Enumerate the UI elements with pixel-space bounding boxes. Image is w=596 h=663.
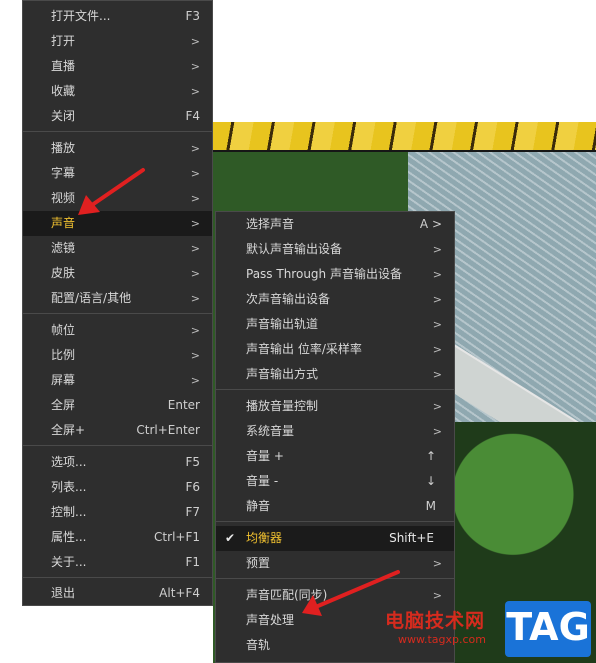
watermark-logo-text: TAG xyxy=(506,605,590,649)
annotation-arrow-sound-processing xyxy=(302,570,400,616)
annotation-arrow-sound xyxy=(78,168,145,215)
watermark-logo: TAG xyxy=(505,601,591,657)
watermark-url: www.tagxp.com xyxy=(398,633,486,646)
annotation-arrows xyxy=(78,168,400,616)
watermark-site-name: 电脑技术网 xyxy=(385,610,486,632)
